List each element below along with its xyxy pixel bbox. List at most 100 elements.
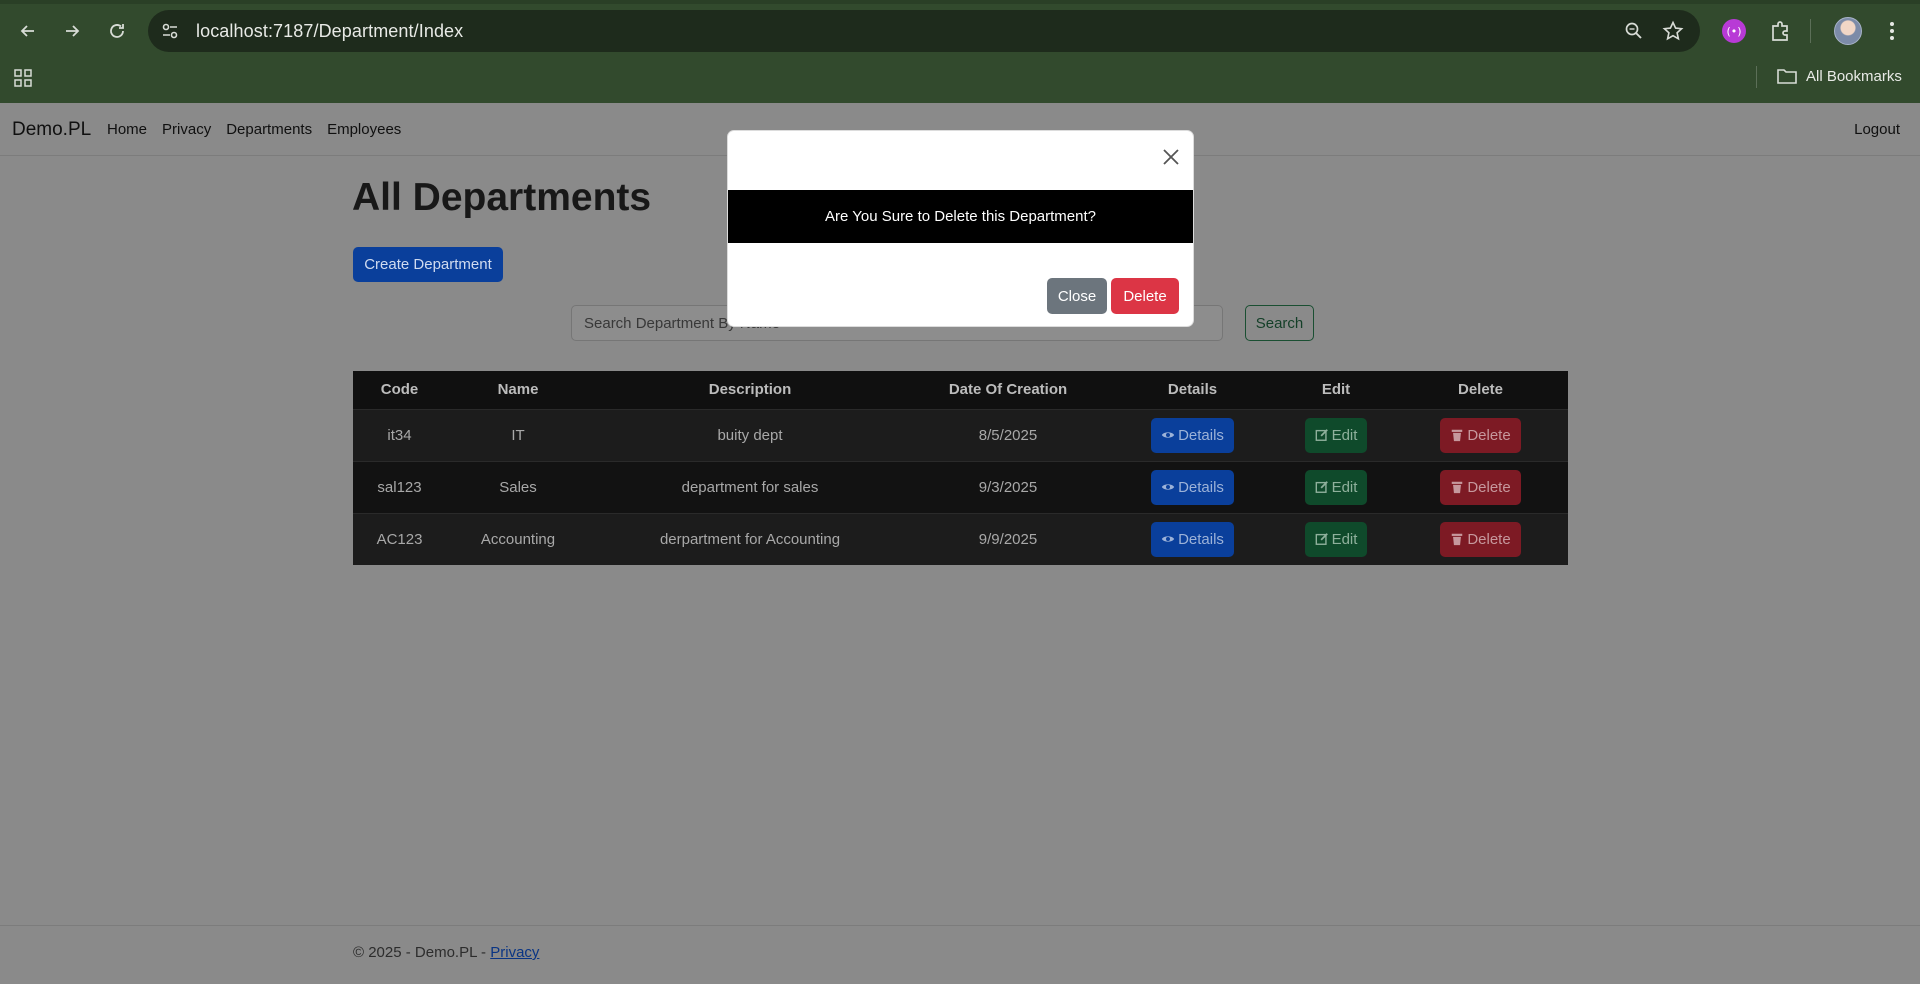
- cell-description: buity dept: [590, 408, 910, 461]
- departments-table: Code Name Description Date Of Creation D…: [353, 371, 1568, 565]
- header-edit: Edit: [1321, 381, 1351, 399]
- nav-home[interactable]: Home: [107, 121, 147, 138]
- cell-date: 8/5/2025: [910, 408, 1106, 461]
- arrow-left-icon: [20, 25, 34, 37]
- cell-delete: Delete: [1393, 460, 1568, 513]
- search-button[interactable]: Search: [1245, 305, 1314, 341]
- cell-date: 9/3/2025: [910, 460, 1106, 513]
- edit-icon: [1315, 481, 1328, 493]
- footer: © 2025 - Demo.PL - Privacy: [0, 925, 1920, 984]
- cell-date: 9/9/2025: [910, 512, 1106, 565]
- nav-links: Home Privacy Departments Employees: [107, 121, 401, 138]
- all-bookmarks-label: All Bookmarks: [1806, 67, 1902, 85]
- edit-label: Edit: [1331, 478, 1358, 496]
- logout-link[interactable]: Logout: [1854, 121, 1900, 138]
- tab-strip: [0, 0, 1920, 4]
- table-header-row: Code Name Description Date Of Creation D…: [353, 371, 1568, 409]
- table-row: it34 IT buity dept 8/5/2025 Details Edit: [353, 408, 1568, 461]
- brand-link[interactable]: Demo.PL: [12, 119, 91, 141]
- delete-label: Delete: [1467, 478, 1511, 496]
- header-delete: Delete: [1457, 381, 1504, 399]
- cell-description: department for sales: [590, 460, 910, 513]
- apps-grid-icon[interactable]: [13, 68, 33, 88]
- page-title: All Departments: [352, 176, 652, 219]
- table-row: AC123 Accounting derpartment for Account…: [353, 512, 1568, 565]
- cell-delete: Delete: [1393, 512, 1568, 565]
- browser-menu-icon[interactable]: [1880, 17, 1904, 45]
- bookmarks-divider: [1756, 66, 1757, 88]
- edit-button[interactable]: Edit: [1304, 521, 1368, 557]
- arrow-right-icon: [66, 25, 80, 37]
- modal-close-button[interactable]: Close: [1047, 278, 1107, 314]
- extension-icon[interactable]: (•): [1722, 19, 1746, 43]
- table-row: sal123 Sales department for sales 9/3/20…: [353, 460, 1568, 513]
- toolbar-divider: [1810, 19, 1811, 43]
- trash-icon: [1452, 429, 1463, 442]
- cell-edit: Edit: [1279, 408, 1393, 461]
- cell-delete: Delete: [1393, 408, 1568, 461]
- edit-label: Edit: [1331, 426, 1358, 444]
- back-button[interactable]: [12, 15, 44, 47]
- header-details: Details: [1167, 381, 1218, 399]
- modal-message: Are You Sure to Delete this Department?: [728, 190, 1193, 243]
- browser-chrome: localhost:7187/Department/Index (•) All …: [0, 0, 1920, 103]
- cell-name: Accounting: [446, 512, 590, 565]
- reload-button[interactable]: [101, 15, 133, 47]
- bookmark-star-icon[interactable]: [1662, 20, 1684, 42]
- copyright-text: © 2025 - Demo.PL -: [353, 944, 491, 961]
- all-bookmarks-button[interactable]: All Bookmarks: [1776, 66, 1902, 86]
- close-icon[interactable]: [1161, 147, 1181, 167]
- nav-departments[interactable]: Departments: [226, 121, 312, 138]
- extensions-puzzle-icon[interactable]: [1768, 18, 1794, 44]
- eye-icon: [1161, 484, 1175, 490]
- details-label: Details: [1178, 426, 1224, 444]
- edit-label: Edit: [1331, 530, 1358, 548]
- cell-details: Details: [1106, 460, 1279, 513]
- delete-label: Delete: [1467, 426, 1511, 444]
- trash-icon: [1452, 481, 1463, 494]
- details-button[interactable]: Details: [1151, 417, 1234, 453]
- details-button[interactable]: Details: [1151, 469, 1234, 505]
- eye-icon: [1161, 432, 1175, 438]
- forward-button[interactable]: [56, 15, 88, 47]
- edit-button[interactable]: Edit: [1304, 469, 1368, 505]
- footer-text: © 2025 - Demo.PL - Privacy: [353, 944, 539, 961]
- edit-button[interactable]: Edit: [1304, 417, 1368, 453]
- profile-avatar[interactable]: [1834, 17, 1862, 45]
- details-label: Details: [1178, 478, 1224, 496]
- delete-button[interactable]: Delete: [1440, 417, 1521, 453]
- header-name: Name: [497, 381, 539, 399]
- edit-icon: [1315, 429, 1328, 441]
- cell-code: it34: [353, 408, 446, 461]
- header-code: Code: [380, 381, 419, 399]
- trash-icon: [1452, 534, 1463, 546]
- site-info-icon[interactable]: [160, 21, 180, 41]
- delete-button[interactable]: Delete: [1440, 469, 1521, 505]
- delete-button[interactable]: Delete: [1440, 521, 1521, 557]
- zoom-icon[interactable]: [1624, 21, 1644, 41]
- cell-edit: Edit: [1279, 460, 1393, 513]
- address-bar[interactable]: localhost:7187/Department/Index: [148, 10, 1700, 52]
- nav-employees[interactable]: Employees: [327, 121, 401, 138]
- delete-label: Delete: [1467, 530, 1511, 548]
- reload-icon: [110, 24, 124, 38]
- cell-name: IT: [446, 408, 590, 461]
- create-department-button[interactable]: Create Department: [353, 247, 503, 282]
- nav-privacy[interactable]: Privacy: [162, 121, 211, 138]
- folder-icon: [1777, 69, 1797, 84]
- details-label: Details: [1178, 530, 1224, 548]
- edit-icon: [1315, 533, 1328, 546]
- delete-confirmation-modal: Are You Sure to Delete this Department? …: [727, 130, 1194, 327]
- cell-code: AC123: [353, 512, 446, 565]
- cell-description: derpartment for Accounting: [590, 512, 910, 565]
- cell-details: Details: [1106, 408, 1279, 461]
- cell-details: Details: [1106, 512, 1279, 565]
- eye-icon: [1161, 536, 1175, 542]
- header-date: Date Of Creation: [948, 381, 1068, 399]
- details-button[interactable]: Details: [1151, 521, 1234, 557]
- url-text[interactable]: localhost:7187/Department/Index: [196, 21, 463, 42]
- modal-delete-button[interactable]: Delete: [1111, 278, 1179, 314]
- header-description: Description: [708, 381, 792, 399]
- footer-privacy-link[interactable]: Privacy: [490, 944, 539, 961]
- cell-name: Sales: [446, 460, 590, 513]
